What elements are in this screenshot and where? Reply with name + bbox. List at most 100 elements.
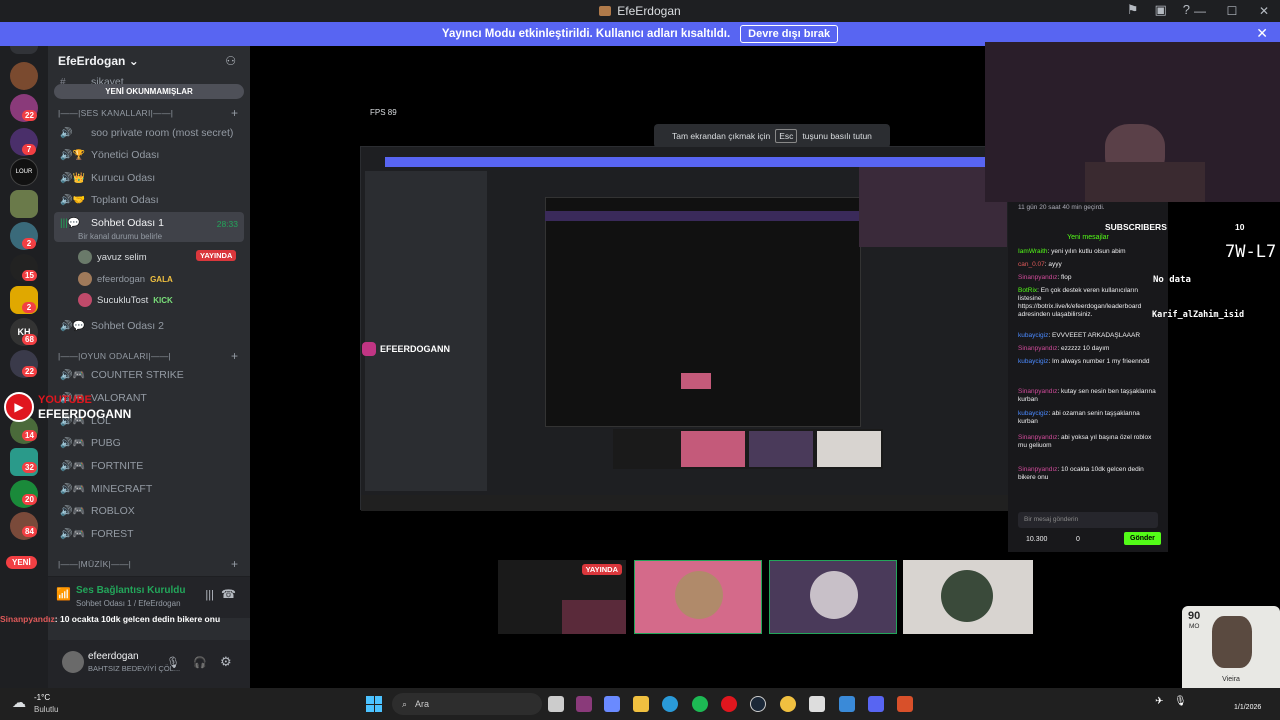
taskbar-search[interactable]: ⌕ Ara	[392, 693, 542, 715]
disconnect-icon[interactable]: ☎	[221, 587, 236, 601]
player-card: 90 MO Vieira	[1182, 606, 1280, 688]
subscribers-value: 10	[1235, 222, 1245, 232]
chrome-icon[interactable]	[780, 696, 796, 712]
inbox-icon[interactable]: ▣	[1154, 2, 1166, 18]
microphone-icon[interactable]: 🎙	[1174, 696, 1187, 707]
participant-tile[interactable]	[634, 560, 762, 634]
category-music[interactable]: |——|MÜZİK|——|	[58, 559, 131, 569]
stream-view[interactable]: FPS 89 Tam ekrandan çıkmak için Esc tuşu…	[250, 42, 1280, 688]
add-member-icon[interactable]: ⚇	[225, 54, 236, 68]
noise-suppression-icon[interactable]: |||	[205, 589, 214, 601]
spotify-icon[interactable]	[692, 696, 708, 712]
app-icon[interactable]	[839, 696, 855, 712]
weather-temp[interactable]: -1°C	[34, 693, 50, 702]
taskbar-date[interactable]: 1/1/2026	[1234, 704, 1261, 711]
notification-badge: 32	[22, 462, 37, 473]
send-button[interactable]: Gönder	[1124, 532, 1161, 545]
app-icon[interactable]	[897, 696, 913, 712]
fps-counter: FPS 89	[370, 108, 397, 117]
steam-icon[interactable]	[750, 696, 766, 712]
taskbar: ☁ -1°C Bulutlu ⌕ Ara ✈ 🎙 1/1/2026	[0, 688, 1280, 720]
voice-channel[interactable]: 🔊🎮 FOREST	[60, 528, 134, 540]
channel-status[interactable]: Bir kanal durumu belirle	[78, 232, 162, 241]
close-button[interactable]: ✕	[1248, 4, 1280, 18]
voice-channel[interactable]: 🔊👑 Kurucu Odası	[60, 172, 155, 184]
username[interactable]: efeerdogan	[88, 651, 139, 662]
zero-value: 0	[1076, 536, 1080, 543]
signal-icon[interactable]: 📶	[56, 587, 71, 601]
notification-badge: 84	[22, 526, 37, 537]
fullscreen-hint: Tam ekrandan çıkmak için Esc tuşunu bası…	[654, 124, 890, 148]
opera-icon[interactable]	[721, 696, 737, 712]
close-banner-icon[interactable]: ✕	[1256, 25, 1268, 42]
weather-icon[interactable]: ☁	[12, 694, 26, 711]
voice-channel[interactable]: 🔊🤝 Toplantı Odası	[60, 194, 159, 206]
weather-label[interactable]: Bulutlu	[34, 705, 58, 714]
network-icon[interactable]: ✈	[1155, 696, 1163, 707]
server-name[interactable]: EfeErdogan ⌄	[58, 54, 139, 68]
instagram-handle: EFEERDOGANN	[380, 344, 451, 354]
voice-channel[interactable]: 🔊🎮 COUNTER STRIKE	[60, 369, 184, 381]
voice-channel[interactable]: 🔊🎮 FORTNITE	[60, 460, 143, 472]
avatar[interactable]	[62, 651, 84, 673]
title-bar: EfeErdogan ⚑ ▣ ? — ☐ ✕	[0, 0, 1280, 22]
minimize-button[interactable]: —	[1184, 4, 1216, 18]
chat-message: Sinanpyandız: ezzzzz 10 dayım	[1018, 345, 1110, 352]
edge-icon[interactable]	[662, 696, 678, 712]
maximize-button[interactable]: ☐	[1216, 4, 1248, 18]
avatar	[675, 571, 723, 619]
participant-tile[interactable]	[903, 560, 1033, 634]
category-games[interactable]: |——|OYUN ODALARI|——|	[58, 351, 171, 361]
unread-pill[interactable]: YENİ OKUNMAMIŞLAR	[54, 84, 244, 99]
start-button[interactable]	[366, 696, 382, 712]
notification-badge: 2	[22, 238, 36, 249]
shared-screen	[360, 146, 1011, 511]
voice-member[interactable]: efeerdogan GALA	[78, 272, 173, 286]
voice-channel[interactable]: 🔊🏆 Yönetici Odası	[60, 149, 159, 161]
discord-icon[interactable]	[868, 696, 884, 712]
chat-input[interactable]: Bir mesaj gönderin	[1018, 512, 1158, 528]
app-logo-icon	[599, 6, 612, 16]
voice-member[interactable]: SucukluTost KICK	[78, 293, 173, 307]
voice-channel[interactable]: 🔊 soo private room (most secret)	[60, 127, 233, 139]
voice-channel[interactable]: 🔊💬 Sohbet Odası 2	[60, 320, 164, 332]
voice-channel-active[interactable]: |||💬 Sohbet Odası 1	[60, 217, 164, 229]
webcam-feed	[985, 42, 1280, 202]
category-voice[interactable]: |——|SES KANALLARI|——|	[58, 108, 173, 118]
file-explorer-icon[interactable]	[633, 696, 649, 712]
yeni-pill[interactable]: YENİ	[6, 556, 37, 569]
chat-message: IamWraith: yeni yılın kutlu olsun abim	[1018, 248, 1126, 255]
microphone-icon[interactable]: 🎙	[166, 656, 180, 669]
chat-header: 11 gün 20 saat 40 min geçirdi.	[1018, 204, 1105, 211]
pin-icon[interactable]: ⚑	[1127, 2, 1139, 18]
server-icon[interactable]: LOUR	[10, 158, 38, 186]
disable-streamer-mode-button[interactable]: Devre dışı bırak	[740, 25, 839, 43]
copilot-icon[interactable]	[604, 696, 620, 712]
headphones-icon[interactable]: 🎧	[193, 656, 207, 669]
ticker-user: Sinanpyandız	[0, 614, 55, 624]
notification-badge: 22	[22, 366, 37, 377]
voice-connected-label[interactable]: Ses Bağlantısı Kuruldu	[76, 585, 185, 596]
settings-gear-icon[interactable]: ⚙	[220, 654, 232, 670]
notification-badge: 22	[22, 110, 37, 121]
voice-channel[interactable]: 🔊🎮 PUBG	[60, 437, 121, 449]
voice-timer: 28:33	[216, 219, 238, 229]
task-view-icon[interactable]	[548, 696, 564, 712]
chat-message: Sinanpyandız: kutay sen nesin ben taşşak…	[1018, 388, 1156, 403]
app-icon[interactable]	[809, 696, 825, 712]
chat-ticker: Sinanpyandız: 10 ocakta 10dk gelcen dedi…	[0, 614, 250, 624]
server-icon[interactable]	[10, 62, 38, 90]
voice-channel[interactable]: 🔊🎮 ROBLOX	[60, 505, 135, 517]
add-channel-icon[interactable]: +	[231, 557, 238, 571]
add-channel-icon[interactable]: +	[231, 349, 238, 363]
stream-thumbnail[interactable]: YAYINDA	[498, 560, 626, 634]
participant-tile[interactable]	[769, 560, 897, 634]
voice-channel[interactable]: 🔊🎮 MINECRAFT	[60, 483, 152, 495]
app-icon[interactable]	[576, 696, 592, 712]
live-badge: YAYINDA	[196, 250, 237, 261]
voice-member[interactable]: yavuz selim	[78, 250, 147, 264]
esc-key: Esc	[775, 129, 798, 143]
server-icon[interactable]	[10, 190, 38, 218]
add-channel-icon[interactable]: +	[231, 106, 238, 120]
voice-location[interactable]: Sohbet Odası 1 / EfeErdogan	[76, 599, 181, 608]
